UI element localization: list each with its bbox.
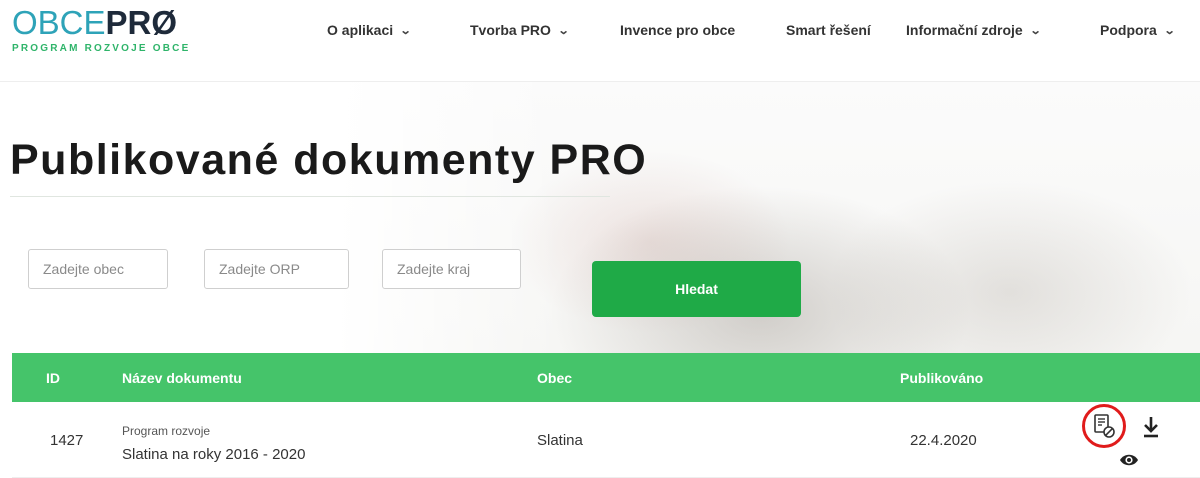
search-kraj-input[interactable] <box>382 249 521 289</box>
logo-wordmark: OBCEPRØ <box>12 6 190 39</box>
nav-item-label: Tvorba PRO <box>470 22 551 38</box>
logo-word-pro: PRØ <box>105 4 178 41</box>
logo-tagline: PROGRAM ROZVOJE OBCE <box>12 43 191 54</box>
cell-obec: Slatina <box>537 432 583 449</box>
nav-item-label: Informační zdroje <box>906 22 1023 38</box>
cell-published-date: 22.4.2020 <box>910 432 977 449</box>
page-title: Publikované dokumenty PRO <box>10 136 648 184</box>
nav-item-label: O aplikaci <box>327 22 394 38</box>
view-icon[interactable] <box>1118 450 1140 475</box>
chevron-down-icon: ⌄ <box>1029 24 1042 37</box>
logo-word-obce: OBCE <box>12 4 106 41</box>
search-orp-input[interactable] <box>204 249 349 289</box>
chevron-down-icon: ⌄ <box>1163 24 1176 37</box>
nav-item-label: Invence pro obce <box>620 22 736 38</box>
cell-id: 1427 <box>50 432 84 449</box>
cell-document-name[interactable]: Slatina na roky 2016 - 2020 <box>122 446 305 463</box>
site-header: OBCEPRØ PROGRAM ROZVOJE OBCE O aplikaci ⌄… <box>0 0 1200 82</box>
eye-icon <box>1120 454 1138 466</box>
nav-item-invence-pro-obce[interactable]: Invence pro obce <box>620 22 735 38</box>
table-header-row: ID Název dokumentu Obec Publikováno <box>12 353 1200 402</box>
nav-item-podpora[interactable]: Podpora ⌄ <box>1100 22 1176 38</box>
unpublish-icon-graphic <box>1094 414 1115 438</box>
column-header-name[interactable]: Název dokumentu <box>122 370 242 386</box>
nav-item-label: Smart řešení <box>786 22 871 38</box>
chevron-down-icon: ⌄ <box>557 24 570 37</box>
nav-item-tvorba-pro[interactable]: Tvorba PRO ⌄ <box>470 22 570 38</box>
chevron-down-icon: ⌄ <box>399 24 412 37</box>
column-header-id[interactable]: ID <box>46 370 60 386</box>
nav-item-informacni-zdroje[interactable]: Informační zdroje ⌄ <box>906 22 1042 38</box>
column-header-published[interactable]: Publikováno <box>900 370 983 386</box>
title-divider <box>10 196 610 197</box>
search-obec-input[interactable] <box>28 249 168 289</box>
nav-item-o-aplikaci[interactable]: O aplikaci ⌄ <box>327 22 412 38</box>
column-header-obec[interactable]: Obec <box>537 370 572 386</box>
search-button[interactable]: Hledat <box>592 261 801 317</box>
hero-fade <box>0 82 560 354</box>
download-icon[interactable] <box>1140 414 1162 445</box>
nav-item-label: Podpora <box>1100 22 1157 38</box>
nav-item-smart-reseni[interactable]: Smart řešení <box>786 22 871 38</box>
download-icon-graphic <box>1144 417 1158 438</box>
table-row[interactable]: 1427 Program rozvoje Slatina na roky 201… <box>12 402 1200 478</box>
cell-document-type: Program rozvoje <box>122 424 211 438</box>
logo[interactable]: OBCEPRØ PROGRAM ROZVOJE OBCE <box>12 6 190 54</box>
unpublish-icon[interactable] <box>1082 404 1126 448</box>
